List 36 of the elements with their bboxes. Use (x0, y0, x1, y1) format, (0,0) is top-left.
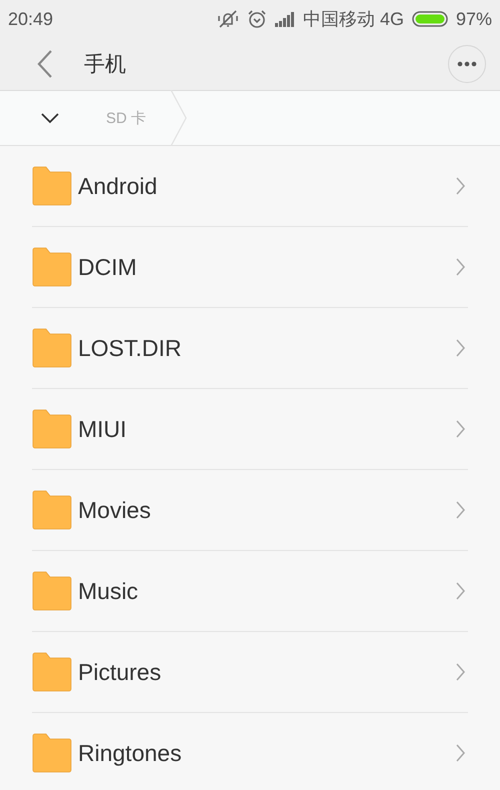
muted-bell-icon (216, 9, 239, 29)
chevron-right-icon (456, 582, 466, 600)
folder-name[interactable]: Pictures (78, 658, 456, 686)
folder-name[interactable]: MIUI (78, 416, 456, 442)
battery-percent: 97% (456, 8, 492, 30)
folder-name[interactable]: Android (78, 172, 456, 200)
chevron-right-icon (456, 258, 466, 276)
folder-icon (32, 652, 72, 692)
folder-icon (32, 490, 72, 530)
chevron-right-icon (456, 744, 466, 762)
clock: 20:49 (8, 8, 54, 30)
chevron-right-icon (456, 501, 466, 519)
carrier-label: 中国移动 4G (302, 8, 404, 31)
folder-name[interactable]: Movies (78, 496, 456, 524)
chevron-right-icon (456, 339, 466, 357)
more-dots-icon (457, 61, 477, 67)
folder-icon (32, 571, 72, 611)
chevron-right-icon (456, 177, 466, 195)
folder-icon (32, 733, 72, 773)
folder-name[interactable]: DCIM (78, 254, 456, 280)
signal-icon (274, 11, 295, 27)
back-icon[interactable] (36, 49, 54, 79)
folder-icon (32, 409, 72, 449)
chevron-right-icon (456, 663, 466, 681)
chevron-right-icon (456, 420, 466, 438)
folder-icon (32, 166, 72, 206)
header-title: 手机 (84, 52, 127, 78)
chevron-down-icon[interactable] (40, 112, 60, 124)
battery-icon (412, 11, 448, 27)
folder-icon (32, 328, 72, 368)
folder-name[interactable]: Ringtones (78, 740, 456, 766)
more-button[interactable] (448, 45, 486, 83)
folder-icon (32, 247, 72, 287)
folder-name[interactable]: Music (78, 578, 456, 604)
alarm-clock-icon (246, 9, 267, 29)
folder-name[interactable]: LOST.DIR (78, 334, 456, 362)
